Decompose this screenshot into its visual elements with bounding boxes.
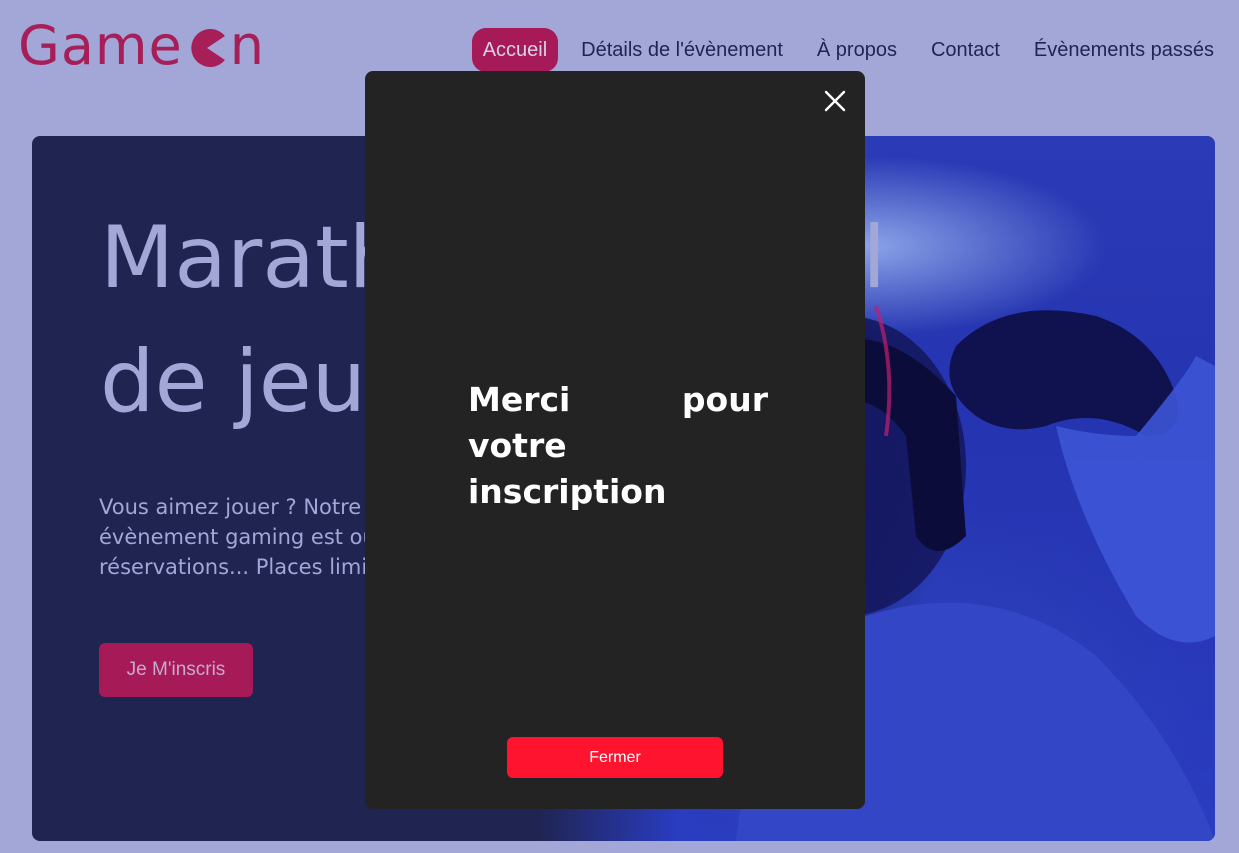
hero-text-line3: réservations... Places limitées ! xyxy=(99,555,399,579)
main-nav: Accueil Détails de l'évènement À propos … xyxy=(471,28,1225,72)
confirmation-modal: Merci pour votre inscription Fermer xyxy=(365,71,865,809)
logo-text-left: Game xyxy=(18,14,183,77)
nav-item-details[interactable]: Détails de l'évènement xyxy=(570,28,794,72)
close-modal-button[interactable]: Fermer xyxy=(507,737,723,778)
page: Game n Accueil Détails de l'évènement À … xyxy=(0,0,1239,853)
logo[interactable]: Game n xyxy=(18,14,265,78)
nav-item-accueil[interactable]: Accueil xyxy=(471,28,559,72)
nav-item-a-propos[interactable]: À propos xyxy=(806,28,908,72)
modal-message: Merci pour votre inscription xyxy=(468,380,768,511)
hero-text-line1: Vous aimez jouer ? Notre prochain xyxy=(99,495,399,519)
pacman-icon xyxy=(191,29,225,67)
nav-item-evenements-passes[interactable]: Évènements passés xyxy=(1023,28,1225,72)
logo-text-right: n xyxy=(229,14,265,77)
hero-description: Vous aimez jouer ? Notre prochain évènem… xyxy=(99,492,399,582)
close-icon[interactable] xyxy=(823,89,847,113)
hero-text-line2: évènement gaming est ouvert aux xyxy=(99,525,399,549)
signup-button[interactable]: Je M'inscris xyxy=(99,643,253,697)
nav-item-contact[interactable]: Contact xyxy=(920,28,1011,72)
